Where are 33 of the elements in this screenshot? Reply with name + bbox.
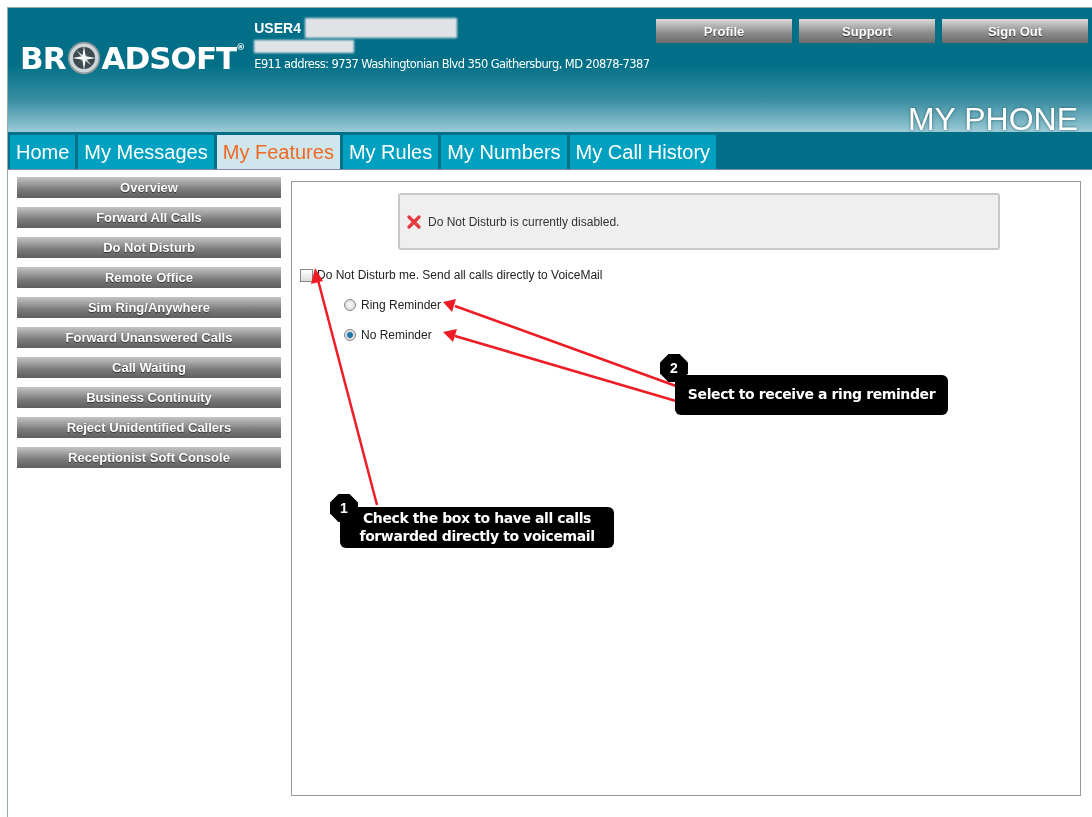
radio-button[interactable] [344, 329, 356, 341]
sidebar-button[interactable]: Sim Ring/Anywhere [17, 297, 281, 318]
portal-title: MY PHONE [907, 101, 1078, 138]
user-name: USER4 [254, 20, 301, 36]
step-badge: 2 [660, 354, 688, 382]
sidebar-button[interactable]: Overview [17, 177, 281, 198]
radio-button[interactable] [344, 299, 356, 311]
sidebar-button[interactable]: Forward Unanswered Calls [17, 327, 281, 348]
sidebar-button[interactable]: Forward All Calls [17, 207, 281, 228]
sidebar-button[interactable]: Reject Unidentified Callers [17, 417, 281, 438]
nav-tab[interactable]: Home [10, 135, 76, 169]
nav-tab[interactable]: My Features [216, 135, 340, 169]
sidebar-button[interactable]: Do Not Disturb [17, 237, 281, 258]
nav-tab[interactable]: My Rules [342, 135, 439, 169]
status-message: Do Not Disturb is currently disabled. [428, 214, 620, 229]
radio-label: Ring Reminder [361, 298, 442, 312]
header-button[interactable]: Support [799, 19, 935, 43]
sidebar-button[interactable]: Business Continuity [17, 387, 281, 408]
callout: Select to receive a ring reminder [675, 375, 948, 415]
sidebar-button[interactable]: Call Waiting [17, 357, 281, 378]
nav-tab[interactable]: My Messages [78, 135, 214, 169]
e911-address: E911 address: 9737 Washingtonian Blvd 350 Gaithersburg, MD 20878-7387 [254, 57, 650, 71]
checkbox[interactable] [300, 268, 313, 282]
header-button[interactable]: Sign Out [942, 19, 1088, 43]
error-x-icon [407, 214, 421, 229]
nav-tab[interactable]: My Numbers [441, 135, 567, 169]
step-badge: 1 [330, 494, 358, 522]
radio-label: No Reminder [361, 328, 432, 342]
logo: BR ADSOFT$^{®}$ [20, 40, 245, 76]
nav-tab[interactable]: My Call History [569, 135, 717, 169]
sidebar-button[interactable]: Remote Office [17, 267, 281, 288]
sidebar-button[interactable]: Receptionist Soft Console [17, 447, 281, 468]
header-button[interactable]: Profile [656, 19, 792, 43]
